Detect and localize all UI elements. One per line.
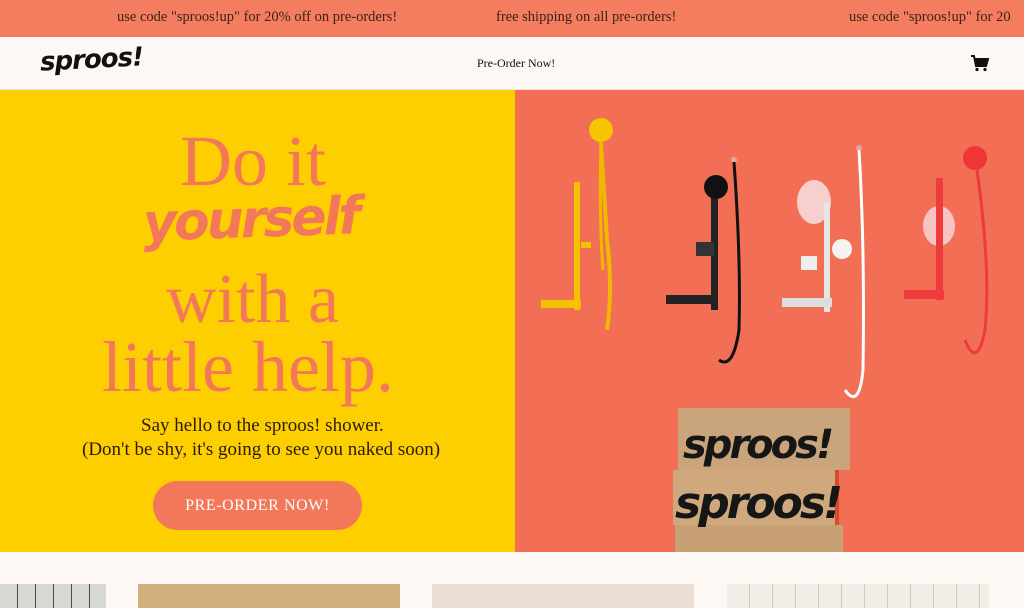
box-brand-text: sproos!	[683, 422, 832, 468]
announcement-message: free shipping on all pre-orders!	[496, 9, 677, 25]
logo[interactable]: sproos!	[39, 42, 143, 77]
pre-order-button[interactable]: PRE-ORDER NOW!	[153, 481, 362, 530]
site-header: sproos! Pre-Order Now!	[0, 37, 1024, 90]
white-shower	[782, 145, 865, 399]
hero-subtext: Say hello to the sproos! shower.	[141, 415, 384, 436]
product-thumbnail[interactable]	[727, 584, 989, 608]
pre-order-nav-link[interactable]: Pre-Order Now!	[477, 56, 555, 71]
cart-icon[interactable]	[970, 54, 990, 72]
product-thumbnail[interactable]	[0, 584, 106, 608]
announcement-bar: use code "sproos!up" for 20% off on pre-…	[0, 0, 1024, 37]
announcement-message: use code "sproos!up" for 20% off on pre-…	[117, 9, 398, 25]
hero-heading-highlight: yourself	[142, 186, 359, 254]
hero-subtext: (Don't be shy, it's going to see you nak…	[82, 439, 441, 460]
shower-heads-illustration: sproos! sproos!	[541, 118, 989, 552]
hero-product-image: sproos! sproos!	[515, 90, 1024, 552]
black-shower	[666, 157, 741, 364]
hero-heading-line: little help.	[102, 327, 394, 407]
product-thumbnail[interactable]	[432, 584, 694, 608]
box-brand-text: sproos!	[675, 478, 841, 529]
red-shower	[904, 146, 989, 355]
product-thumbnail[interactable]	[138, 584, 400, 608]
product-grid	[0, 552, 1024, 608]
yellow-shower	[541, 118, 613, 331]
announcement-message: use code "sproos!up" for 20	[849, 9, 1011, 25]
